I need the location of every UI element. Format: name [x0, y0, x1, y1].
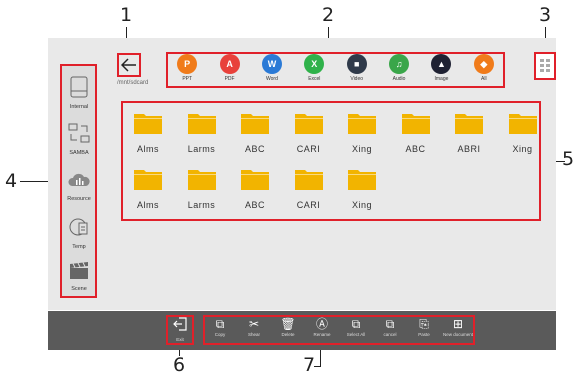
callout-4: 4 [5, 170, 18, 192]
view-toggle-highlight [534, 52, 556, 80]
current-path: /mnt/sdcard [117, 80, 149, 86]
callout-line-7b [314, 366, 321, 367]
callout-6: 6 [173, 354, 186, 376]
callout-2: 2 [322, 4, 335, 26]
sidebar-highlight [60, 64, 97, 298]
back-button-highlight [117, 53, 141, 77]
exit-highlight [166, 315, 194, 345]
callout-1: 1 [120, 4, 133, 26]
file-grid-highlight [121, 101, 541, 221]
callout-3: 3 [539, 4, 552, 26]
file-operations-highlight [203, 315, 475, 345]
callout-5: 5 [562, 148, 573, 170]
file-type-filter-highlight [166, 52, 505, 88]
